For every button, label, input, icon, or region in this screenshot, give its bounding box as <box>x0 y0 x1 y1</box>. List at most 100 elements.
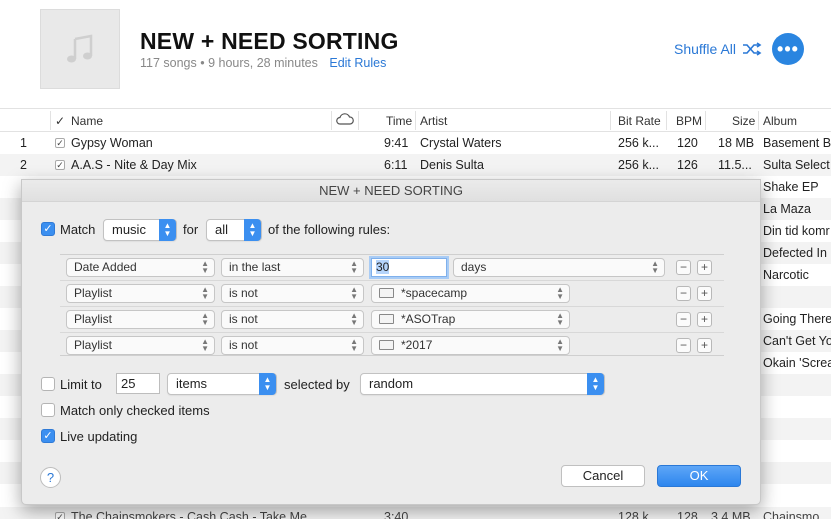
playlist-artwork <box>40 9 120 89</box>
shuffle-icon <box>743 42 762 56</box>
col-album[interactable]: Album <box>763 114 797 128</box>
playlist-header: NEW + NEED SORTING 117 songs • 9 hours, … <box>0 0 831 108</box>
rule-playlist-value: *spacecamp <box>401 286 468 300</box>
updown-icon: ▲ ▼ <box>556 311 564 327</box>
updown-icon: ▲ ▼ <box>350 311 358 327</box>
rule-operator-value: is not <box>229 338 258 352</box>
song-artist: Denis Sulta <box>420 158 484 172</box>
edit-rules-link[interactable]: Edit Rules <box>329 56 386 70</box>
match-checked-label: Match only checked items <box>60 403 210 418</box>
shuffle-all-label: Shuffle All <box>674 41 737 57</box>
limit-unit-value: items <box>176 376 208 391</box>
rule-field-select[interactable]: Playlist ▲ ▼ <box>66 284 215 303</box>
add-rule-button[interactable]: + <box>697 338 712 353</box>
limit-checkbox[interactable] <box>41 377 55 391</box>
song-bitrate: 128 k <box>618 510 649 519</box>
rule-playlist-value: *2017 <box>401 338 433 352</box>
ok-button[interactable]: OK <box>657 465 741 487</box>
remove-rule-button[interactable]: − <box>676 312 691 327</box>
rule-operator-select[interactable]: is not ▲ ▼ <box>221 336 364 355</box>
row-checkbox[interactable]: ✓ <box>55 160 65 170</box>
smart-playlist-dialog: NEW + NEED SORTING ✓ Match music ▲ ▼ for … <box>21 179 761 505</box>
song-bpm: 120 <box>677 136 698 150</box>
match-scope-popup[interactable]: all ▲ ▼ <box>206 219 262 241</box>
song-bitrate: 256 k... <box>618 158 659 172</box>
rule-unit-value: days <box>461 260 487 274</box>
table-header: ✓ Name Time Artist Bit Rate BPM Size Alb… <box>0 108 831 132</box>
song-album: Din tid komr <box>763 224 830 238</box>
col-bitrate[interactable]: Bit Rate <box>618 114 661 128</box>
song-album: Narcotic <box>763 268 809 282</box>
shuffle-all-button[interactable]: Shuffle All <box>674 41 762 57</box>
icloud-icon[interactable] <box>336 112 354 128</box>
song-album: Chainsmo <box>763 510 820 519</box>
rule-playlist-select[interactable]: *2017 ▲ ▼ <box>371 336 570 355</box>
song-time: 6:11 <box>384 158 408 172</box>
col-check[interactable]: ✓ <box>55 114 65 128</box>
updown-icon: ▲ ▼ <box>350 285 358 301</box>
limit-count-input[interactable]: 25 <box>116 373 160 394</box>
more-options-button[interactable]: ••• <box>772 33 804 65</box>
add-rule-button[interactable]: + <box>697 260 712 275</box>
rule-value-input[interactable]: 30 <box>371 258 447 277</box>
rule-field-select[interactable]: Playlist ▲ ▼ <box>66 310 215 329</box>
dialog-title: NEW + NEED SORTING <box>22 180 760 202</box>
song-name: A.A.S - Nite & Day Mix <box>71 158 197 172</box>
rule-operator-select[interactable]: is not ▲ ▼ <box>221 310 364 329</box>
updown-icon: ▲ ▼ <box>556 285 564 301</box>
rule-operator-select[interactable]: in the last ▲ ▼ <box>221 258 364 277</box>
rule-playlist-select[interactable]: *spacecamp ▲ ▼ <box>371 284 570 303</box>
limit-unit-popup[interactable]: items ▲ ▼ <box>167 373 277 395</box>
rule-operator-select[interactable]: is not ▲ ▼ <box>221 284 364 303</box>
song-album: Basement B <box>763 136 831 150</box>
match-checkbox[interactable]: ✓ <box>41 222 55 236</box>
rule-unit-select[interactable]: days ▲ ▼ <box>453 258 665 277</box>
rule-value-text: 30 <box>376 260 390 274</box>
remove-rule-button[interactable]: − <box>676 286 691 301</box>
updown-icon: ▲ ▼ <box>201 259 209 275</box>
playlist-title: NEW + NEED SORTING <box>140 28 399 54</box>
col-name[interactable]: Name <box>71 114 103 128</box>
col-time[interactable]: Time <box>386 114 412 128</box>
selected-by-popup[interactable]: random ▲ ▼ <box>360 373 605 395</box>
updown-icon: ▲ ▼ <box>556 337 564 353</box>
table-row[interactable]: 2 ✓ A.A.S - Nite & Day Mix 6:11 Denis Su… <box>0 154 831 176</box>
row-checkbox[interactable]: ✓ <box>55 512 65 519</box>
match-checked-checkbox[interactable] <box>41 403 55 417</box>
cancel-button[interactable]: Cancel <box>561 465 645 487</box>
playlist-meta: 117 songs • 9 hours, 28 minutes Edit Rul… <box>140 56 386 70</box>
updown-icon: ▲ ▼ <box>350 259 358 275</box>
match-kind-popup[interactable]: music ▲ ▼ <box>103 219 177 241</box>
rule-row: Playlist ▲ ▼ is not ▲ ▼ *spacecamp ▲ ▼ − + <box>60 281 724 307</box>
rule-playlist-value: *ASOTrap <box>401 312 456 326</box>
updown-icon: ▲ ▼ <box>201 311 209 327</box>
rule-playlist-select[interactable]: *ASOTrap ▲ ▼ <box>371 310 570 329</box>
playlist-stats: 117 songs • 9 hours, 28 minutes <box>140 56 318 70</box>
help-button[interactable]: ? <box>40 467 61 488</box>
remove-rule-button[interactable]: − <box>676 338 691 353</box>
live-updating-label: Live updating <box>60 429 138 444</box>
rule-operator-value: is not <box>229 286 258 300</box>
folder-icon <box>379 288 394 298</box>
popup-arrows-icon: ▲ ▼ <box>587 373 604 395</box>
rule-field-value: Playlist <box>74 338 113 352</box>
row-checkbox[interactable]: ✓ <box>55 138 65 148</box>
following-rules-label: of the following rules: <box>268 222 391 237</box>
row-number: 1 <box>20 136 27 150</box>
song-bitrate: 256 k... <box>618 136 659 150</box>
song-name: Gypsy Woman <box>71 136 153 150</box>
add-rule-button[interactable]: + <box>697 286 712 301</box>
song-time: 3:40 <box>384 510 409 519</box>
col-artist[interactable]: Artist <box>420 114 447 128</box>
rule-field-select[interactable]: Date Added ▲ ▼ <box>66 258 215 277</box>
col-size[interactable]: Size <box>732 114 755 128</box>
col-bpm[interactable]: BPM <box>676 114 702 128</box>
live-updating-checkbox[interactable]: ✓ <box>41 429 55 443</box>
rule-field-select[interactable]: Playlist ▲ ▼ <box>66 336 215 355</box>
remove-rule-button[interactable]: − <box>676 260 691 275</box>
add-rule-button[interactable]: + <box>697 312 712 327</box>
selected-by-value: random <box>369 376 414 391</box>
table-row[interactable]: ✓ The Chainsmokers - Cash Cash - Take Me… <box>0 507 831 519</box>
popup-arrows-icon: ▲ ▼ <box>244 219 261 241</box>
table-row[interactable]: 1 ✓ Gypsy Woman 9:41 Crystal Waters 256 … <box>0 132 831 154</box>
